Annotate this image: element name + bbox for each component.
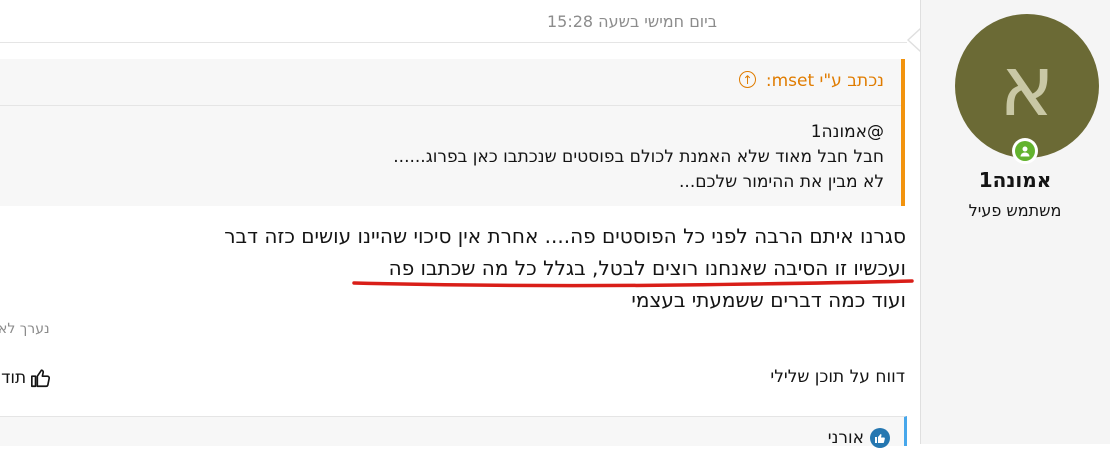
avatar[interactable]: א: [955, 14, 1099, 158]
author-title: משתמש פעיל: [968, 201, 1062, 220]
edited-label: נערך לא: [0, 321, 50, 337]
thanks-label: תודה: [0, 368, 27, 388]
reactions-bar: אורני: [0, 416, 907, 448]
post-main: ביום חמישי בשעה 15:28 נכתב ע"י mset: ↑ @…: [0, 0, 920, 448]
thanks-button[interactable]: תודה: [0, 367, 52, 389]
like-badge-icon: [870, 428, 890, 448]
thumbs-up-icon: [31, 369, 51, 388]
report-link[interactable]: דווח על תוכן שלילי: [770, 367, 905, 387]
reaction-user-link[interactable]: אורני: [828, 428, 864, 448]
online-status-icon: [1012, 138, 1038, 164]
author-name[interactable]: אמונה1: [920, 168, 1110, 192]
